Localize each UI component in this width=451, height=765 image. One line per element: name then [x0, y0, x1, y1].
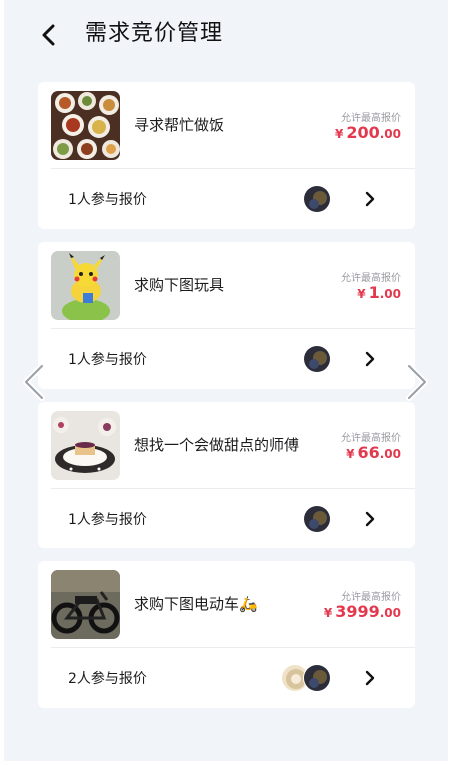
chevron-left-icon — [42, 24, 55, 46]
price-integer: 200 — [346, 123, 380, 142]
price-decimal: .00 — [379, 606, 401, 620]
max-price: ¥200.00 — [335, 123, 401, 142]
max-price: ¥66.00 — [346, 443, 401, 462]
price-label: 允许最高报价 — [341, 592, 401, 603]
price-decimal: .00 — [379, 287, 401, 301]
bidder-avatars — [303, 185, 331, 213]
bid-summary-row[interactable]: 1人参与报价 — [38, 169, 415, 229]
chevron-right-icon[interactable] — [363, 511, 377, 527]
chevron-right-icon[interactable] — [363, 670, 377, 686]
demand-card[interactable]: 求购下图电动车🛵 允许最高报价 ¥3999.00 2人参与报价 — [38, 561, 415, 708]
pager-next-icon[interactable] — [403, 362, 431, 402]
demand-thumbnail — [51, 570, 120, 639]
demand-card[interactable]: 求购下图玩具 允许最高报价 ¥1.00 1人参与报价 — [38, 242, 415, 389]
price-integer: 66 — [357, 443, 380, 462]
demand-title: 想找一个会做甜点的师傅 — [134, 436, 300, 454]
avatar — [303, 664, 331, 692]
bid-count: 1人参与报价 — [68, 352, 147, 368]
bid-count: 1人参与报价 — [68, 512, 147, 528]
back-button[interactable] — [34, 20, 64, 50]
chevron-right-icon[interactable] — [363, 351, 377, 367]
bidder-avatars — [303, 505, 331, 533]
currency-symbol: ¥ — [357, 287, 366, 301]
chevron-right-icon[interactable] — [363, 191, 377, 207]
avatar — [303, 345, 331, 373]
price-decimal: .00 — [379, 447, 401, 461]
currency-symbol: ¥ — [334, 127, 344, 141]
demand-card[interactable]: 寻求帮忙做饭 允许最高报价 ¥200.00 1人参与报价 — [38, 82, 415, 229]
demand-thumbnail — [51, 91, 120, 160]
price-label: 允许最高报价 — [341, 273, 401, 284]
max-price: ¥1.00 — [357, 283, 401, 302]
demand-title: 求购下图玩具 — [134, 276, 225, 294]
bid-summary-row[interactable]: 1人参与报价 — [38, 329, 415, 389]
avatar — [303, 505, 331, 533]
demand-thumbnail — [51, 411, 120, 480]
bidder-avatars — [281, 664, 331, 692]
price-label: 允许最高报价 — [341, 113, 401, 124]
bid-count: 2人参与报价 — [68, 671, 147, 687]
header: 需求竞价管理 — [0, 0, 451, 70]
bid-summary-row[interactable]: 2人参与报价 — [38, 648, 415, 708]
demand-thumbnail — [51, 251, 120, 320]
pager-prev-icon[interactable] — [20, 362, 48, 402]
currency-symbol: ¥ — [323, 606, 333, 620]
bidder-avatars — [303, 345, 331, 373]
price-integer: 1 — [368, 283, 380, 302]
avatar — [303, 185, 331, 213]
page-title: 需求竞价管理 — [85, 21, 224, 46]
price-integer: 3999 — [335, 602, 380, 621]
demand-title: 求购下图电动车🛵 — [134, 595, 258, 613]
bid-list: 寻求帮忙做饭 允许最高报价 ¥200.00 1人参与报价 求购下图玩具 允许最高… — [38, 82, 415, 721]
price-decimal: .00 — [379, 127, 401, 141]
bid-count: 1人参与报价 — [68, 192, 147, 208]
demand-card[interactable]: 想找一个会做甜点的师傅 允许最高报价 ¥66.00 1人参与报价 — [38, 402, 415, 548]
max-price: ¥3999.00 — [324, 602, 401, 621]
demand-title: 寻求帮忙做饭 — [134, 116, 225, 134]
currency-symbol: ¥ — [346, 447, 355, 461]
price-label: 允许最高报价 — [341, 433, 401, 444]
bid-summary-row[interactable]: 1人参与报价 — [38, 489, 415, 549]
